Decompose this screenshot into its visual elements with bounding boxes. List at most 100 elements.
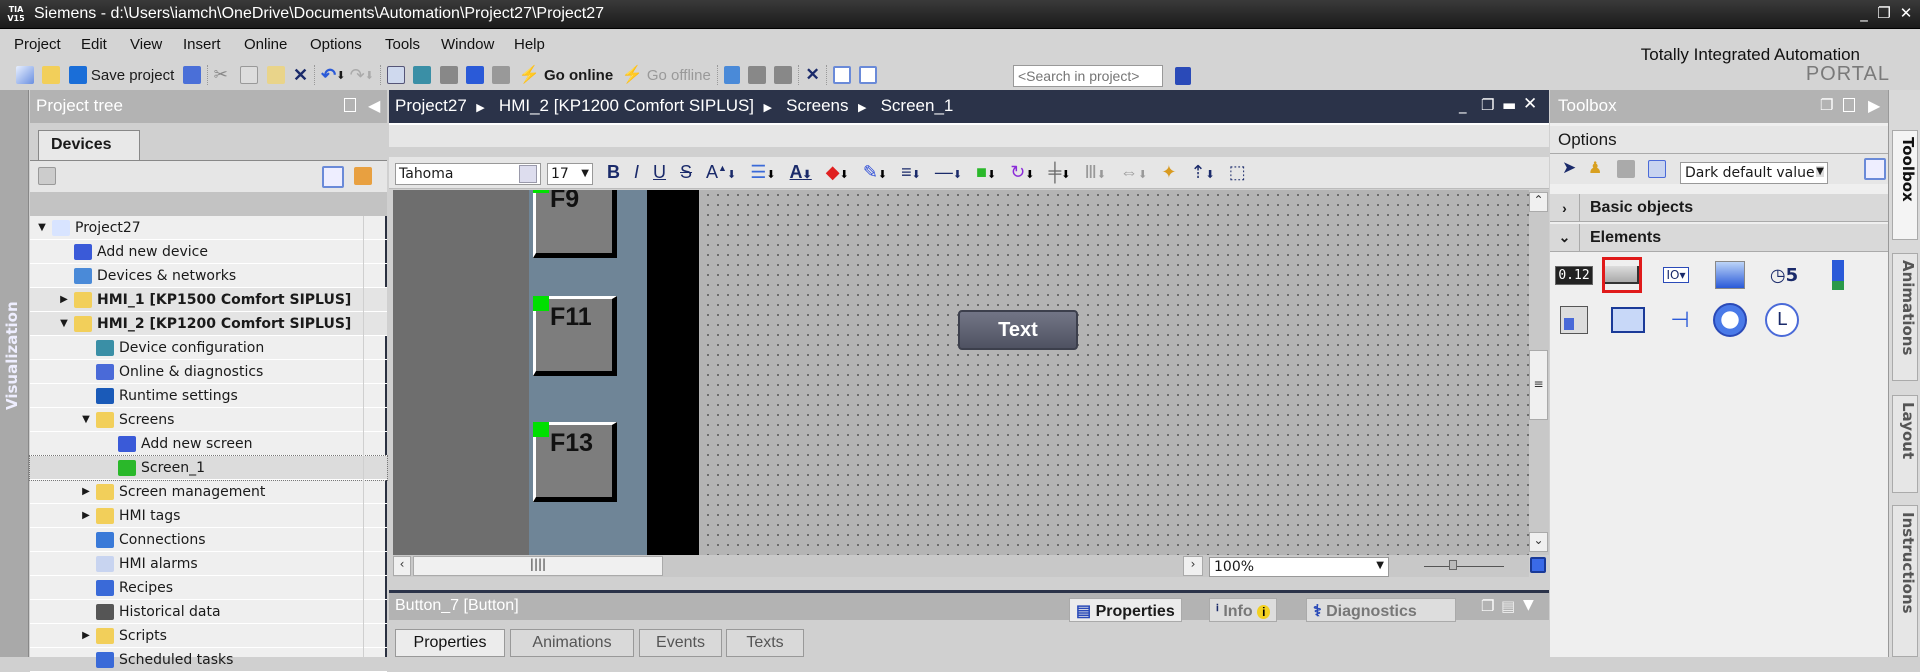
vertical-scrollbar[interactable]: ⌃ ≡ ⌄ (1529, 190, 1549, 555)
menu-window[interactable]: Window (441, 36, 494, 53)
tree-item[interactable]: ▶ HMI tags (30, 504, 387, 528)
copy-icon[interactable] (240, 66, 259, 84)
tree-item[interactable]: Scheduled tasks (30, 648, 387, 672)
screen-canvas[interactable]: F9 F11 F13 Text (393, 190, 1529, 555)
tree-item[interactable]: ▼ Project27 (30, 216, 387, 240)
toolbox-collapse-icon[interactable]: ▶ (1868, 96, 1880, 115)
function-key-f11[interactable]: F11 (533, 296, 617, 376)
scroll-down-icon[interactable]: ⌄ (1529, 532, 1548, 552)
menu-insert[interactable]: Insert (183, 36, 221, 53)
tab-events[interactable]: Events (639, 629, 722, 657)
toolbox-pin-icon[interactable] (1843, 98, 1855, 112)
breadcrumb-project[interactable]: Project27 (395, 96, 467, 115)
expand-down-icon[interactable]: ▼ (36, 222, 48, 233)
taskcard-layout[interactable]: Layout (1892, 395, 1918, 493)
scroll-left-icon[interactable]: ‹ (393, 556, 411, 576)
zoom-slider[interactable] (1424, 566, 1504, 567)
element-symbolic-io-field[interactable]: IO▾ (1656, 257, 1696, 293)
breadcrumb-screen[interactable]: Screen_1 (881, 96, 954, 115)
table-view-icon[interactable] (1648, 160, 1666, 178)
delete-icon[interactable]: ✕ (293, 65, 308, 86)
editor-close-icon[interactable]: ✕ (1523, 94, 1537, 114)
upload-from-device-icon[interactable] (439, 66, 458, 84)
layer-icon[interactable]: ⇡⬇ (1190, 162, 1214, 183)
vertical-scroll-thumb[interactable]: ≡ (1529, 350, 1548, 420)
taskcard-instructions[interactable]: Instructions (1892, 505, 1918, 657)
go-online-button[interactable]: Go online (544, 67, 613, 84)
cross-reference-icon[interactable]: ✕ (805, 65, 819, 85)
collapse-panel-icon[interactable]: ◀ (368, 96, 380, 115)
split-vertical-icon[interactable] (859, 66, 878, 84)
element-gauge[interactable] (1710, 302, 1750, 338)
menu-online[interactable]: Online (244, 36, 287, 53)
start-simulation-icon[interactable] (465, 66, 484, 84)
tree-item[interactable]: ▼ Screens (30, 408, 387, 432)
panel-pin-icon[interactable] (344, 98, 356, 112)
tree-item[interactable]: Device configuration (30, 336, 387, 360)
save-icon[interactable] (68, 66, 87, 84)
inspector-tab-info[interactable]: ⁱ Info i (1209, 598, 1278, 622)
inspector-collapse-icon[interactable]: ▼ (1523, 597, 1534, 613)
inspector-maximize-icon[interactable]: ▤ (1501, 597, 1515, 615)
tree-item[interactable]: ▶ HMI_1 [KP1500 Comfort SIPLUS] (30, 288, 387, 312)
element-graphic-io-field[interactable] (1710, 257, 1750, 293)
search-binoculars-icon[interactable] (1175, 67, 1191, 85)
distribute-icon[interactable]: Ⅲ⬇ (1084, 162, 1106, 183)
align-icon[interactable]: ╪⬇ (1049, 162, 1071, 183)
element-switch[interactable] (1554, 302, 1594, 338)
font-picker-icon[interactable] (519, 165, 537, 183)
tree-item[interactable]: Connections (30, 528, 387, 552)
bold-button[interactable]: B (607, 162, 620, 183)
arrange-layer-icon[interactable]: ■⬇ (976, 162, 996, 183)
tree-item[interactable]: Runtime settings (30, 384, 387, 408)
fill-color-icon[interactable]: ◆⬇ (826, 162, 849, 183)
tree-item[interactable]: Devices & networks (30, 264, 387, 288)
element-date-time-field[interactable]: ◷5 (1764, 257, 1804, 293)
overview-icon[interactable] (322, 166, 344, 188)
redo-dropdown-icon[interactable]: ⬇ (365, 69, 374, 82)
go-online-icon[interactable]: ⚡ (519, 65, 540, 85)
menu-tools[interactable]: Tools (385, 36, 420, 53)
expand-down-icon[interactable]: ▼ (58, 318, 70, 329)
text-align-icon[interactable]: ☰⬇ (750, 162, 775, 183)
font-size-dropdown[interactable]: 17 ▼ (547, 163, 593, 185)
overview-window-icon[interactable] (1530, 557, 1546, 573)
minimize-button[interactable]: _ (1855, 4, 1873, 22)
element-symbol-library[interactable] (1608, 302, 1648, 338)
function-key-f13[interactable]: F13 (533, 422, 617, 502)
line-style-icon[interactable]: —⬇ (935, 162, 962, 183)
redo-icon[interactable]: ↷ (350, 65, 365, 86)
editor-minimize-icon[interactable]: _ (1459, 96, 1467, 114)
tree-item[interactable]: Add new screen (30, 432, 387, 456)
same-size-icon[interactable]: ⇔⬇ (1120, 162, 1147, 183)
style-dropdown[interactable]: Dark default value ▼ (1680, 162, 1828, 184)
tree-item[interactable]: Add new device (30, 240, 387, 264)
tree-item[interactable]: Screen_1 (29, 455, 388, 481)
editor-maximize-icon[interactable]: ▬ (1502, 96, 1516, 114)
new-project-icon[interactable] (16, 66, 34, 84)
strikethrough-button[interactable]: S (680, 162, 692, 183)
taskcard-toolbox[interactable]: Toolbox (1892, 130, 1918, 240)
print-icon[interactable] (182, 66, 201, 84)
taskcard-animations[interactable]: Animations (1892, 253, 1918, 381)
underline-button[interactable]: U (653, 162, 666, 183)
tab-animations[interactable]: Animations (510, 629, 634, 657)
expand-down-icon[interactable]: ▼ (80, 414, 92, 425)
element-clock[interactable]: L (1762, 302, 1802, 338)
search-in-project-input[interactable] (1013, 65, 1163, 87)
undo-icon[interactable]: ↶ (321, 65, 336, 86)
inspector-tab-diagnostics[interactable]: ⚕ Diagnostics (1306, 598, 1456, 622)
menu-edit[interactable]: Edit (81, 36, 107, 53)
menu-project[interactable]: Project (14, 36, 61, 53)
element-button[interactable] (1602, 257, 1642, 293)
section-elements[interactable]: ⌄ Elements (1550, 224, 1888, 252)
expand-right-icon[interactable]: ▶ (80, 630, 92, 641)
menu-view[interactable]: View (130, 36, 162, 53)
rotate-icon[interactable]: ↻⬇ (1010, 162, 1034, 183)
element-io-field[interactable]: 0.12 (1554, 257, 1594, 293)
element-slider[interactable]: ⊣ (1660, 302, 1700, 338)
breadcrumb-hmi[interactable]: HMI_2 [KP1200 Comfort SIPLUS] (499, 96, 754, 115)
devices-tab[interactable]: Devices (38, 130, 140, 160)
compile-icon[interactable] (386, 66, 405, 84)
open-project-icon[interactable] (42, 66, 61, 84)
